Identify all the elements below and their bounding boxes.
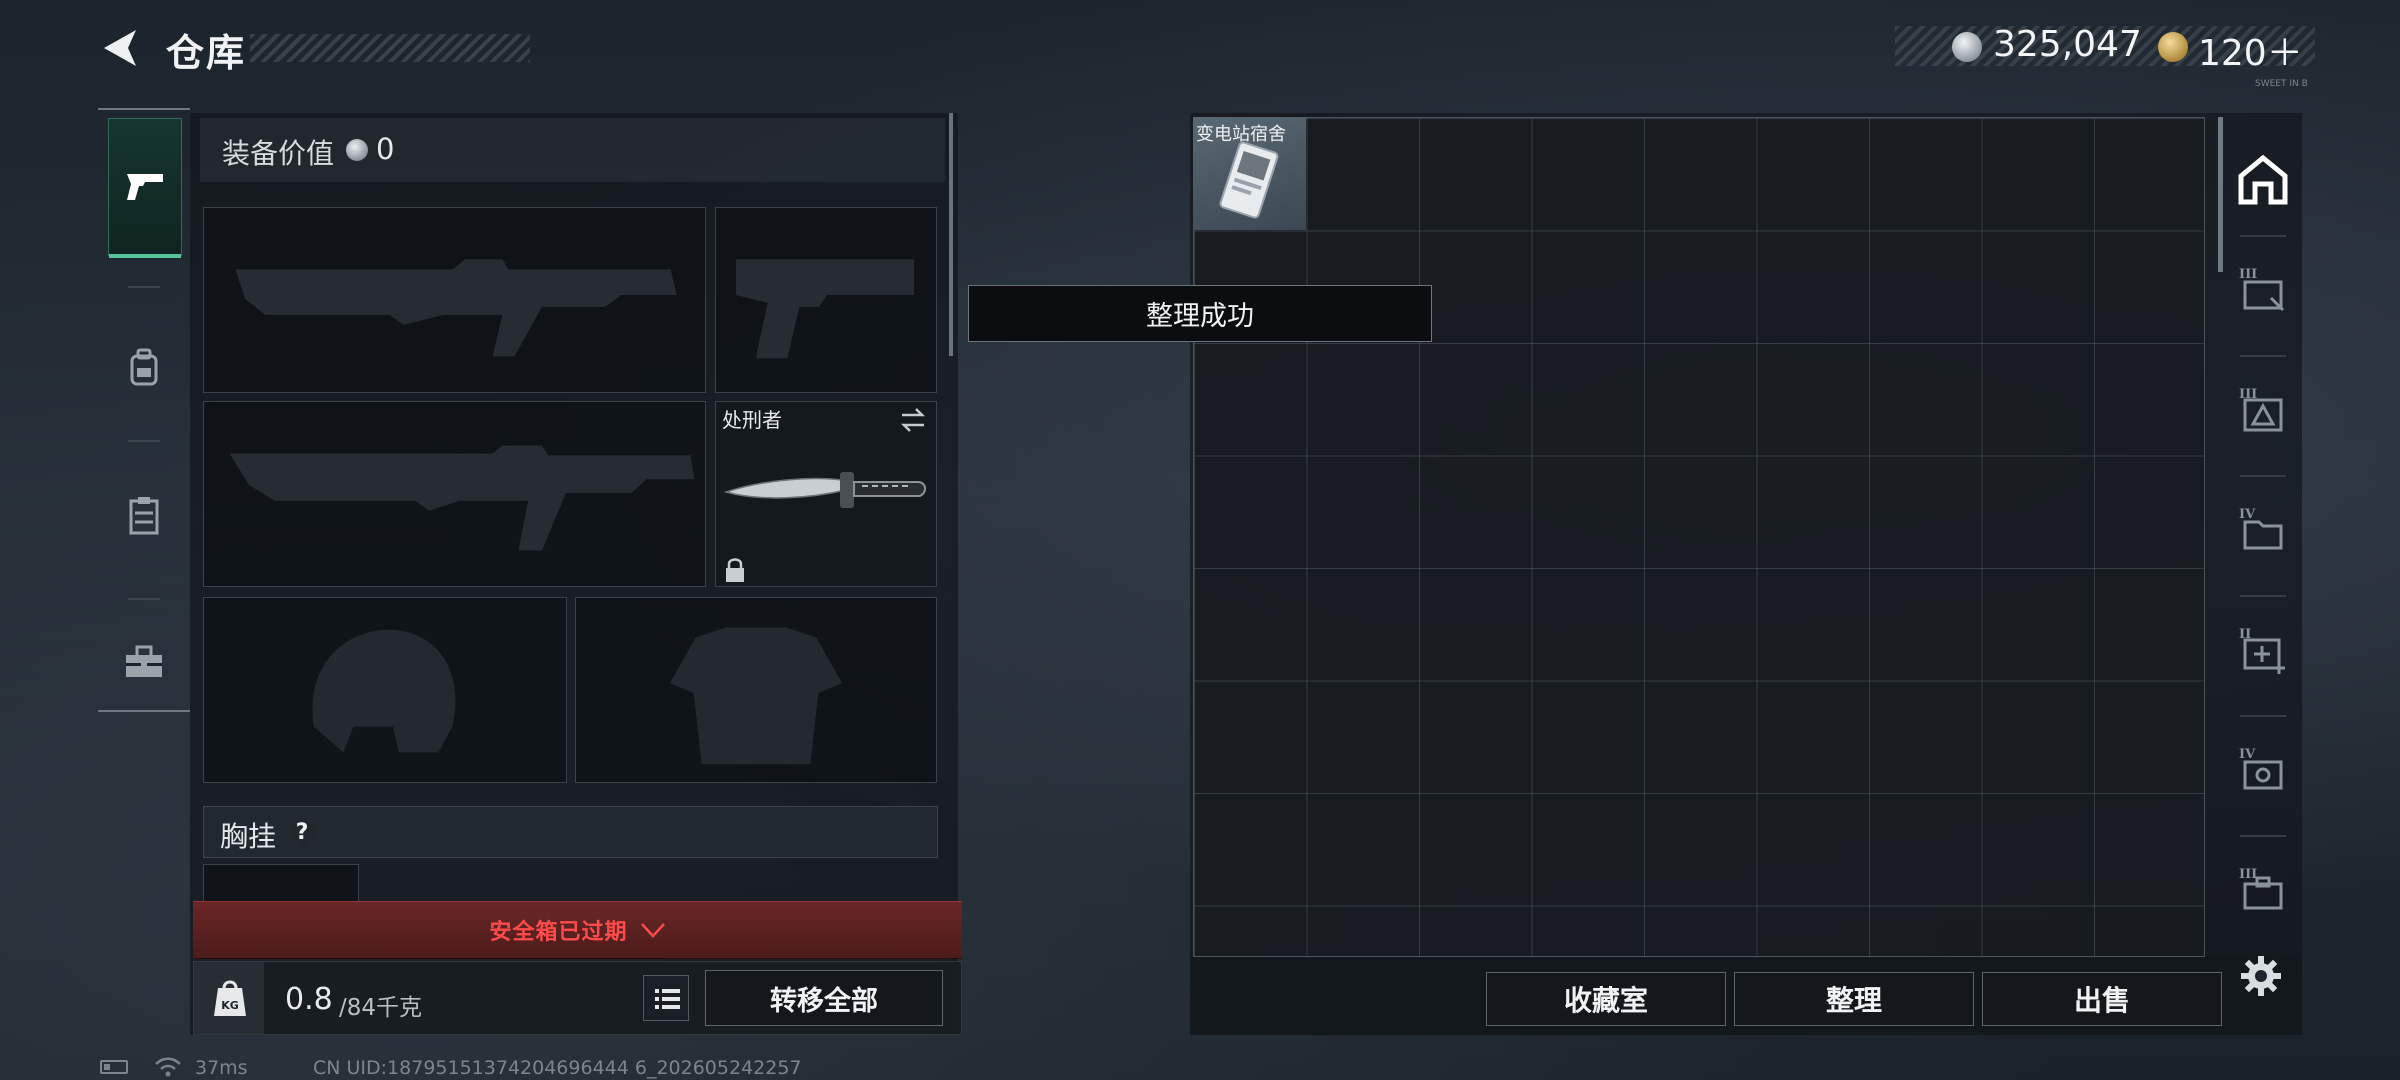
corner-label: SWEET IN B [2255,79,2308,89]
chest-rig-icon [129,497,159,535]
weight-max: /84千克 [339,995,423,1021]
weight-current: 0.8 [285,982,333,1017]
chest-rig-label: 胸挂 [220,820,277,853]
uid-text: CN UID:18795151374204696444 6_2026052422… [313,1057,802,1079]
gear-icon[interactable] [2240,955,2282,997]
helmet-silhouette-icon [312,629,456,753]
equipment-scrollbar[interactable] [949,113,953,356]
gold-coin-icon[interactable] [2158,32,2188,62]
weight-icon: KG [214,980,246,1016]
pistol-silhouette-icon [735,259,915,359]
key-card-icon [1219,141,1279,219]
storage-tab-home[interactable] [2228,140,2298,220]
page-title: 仓库 [166,31,247,75]
transfer-all-button[interactable]: 转移全部 [705,970,943,1026]
primary-weapon-slot-2[interactable] [203,401,706,587]
toast-message: 整理成功 [968,285,1432,342]
svg-text:KG: KG [221,999,239,1012]
currency-secondary-value[interactable]: 120＋ [2198,24,2303,76]
tier2-medical-icon: II [2239,627,2285,674]
storage-grid[interactable] [1193,117,2205,957]
currency-primary-value: 325,047 [1993,24,2142,65]
tier3-storage-icon: III [2239,267,2285,312]
chest-rig-slot[interactable] [203,864,359,904]
sell-button[interactable]: 出售 [1982,972,2222,1026]
storage-scrollbar[interactable] [2218,117,2223,272]
knife-icon [723,472,926,508]
svg-text:III: III [2239,867,2257,882]
tab-backpack[interactable] [108,300,180,436]
storage-tab-5[interactable]: IV [2228,730,2298,810]
storage-tab-2[interactable]: III [2228,370,2298,450]
back-arrow-icon[interactable] [98,26,142,70]
list-icon [655,989,680,1009]
safe-box-expired-bar[interactable]: 安全箱已过期 [193,901,962,959]
tier3-box-icon: III [2239,387,2283,432]
pistol-icon [127,174,163,200]
title-decoration [250,34,530,62]
help-icon[interactable]: ? [285,819,319,845]
storage-tab-4[interactable]: II [2228,610,2298,690]
equipment-category-tabs [98,108,190,712]
sort-button[interactable]: 整理 [1734,972,1974,1026]
battery-icon [100,1060,128,1074]
equipment-value-label: 装备价值 [222,137,335,170]
tier4-folder-icon: IV [2239,507,2283,550]
safe-box-expired-text: 安全箱已过期 [489,920,628,945]
rifle-silhouette-icon [229,445,695,551]
list-view-button[interactable] [643,975,689,1021]
swap-icon[interactable] [898,406,928,434]
svg-text:IV: IV [2239,747,2256,762]
pistol-slot[interactable] [715,207,937,393]
primary-weapon-slot-1[interactable] [203,207,706,393]
tier3-case-icon: III [2239,867,2283,910]
backpack-icon [130,348,158,386]
helmet-slot[interactable] [203,597,567,783]
armor-silhouette-icon [669,627,843,765]
lock-icon [726,558,744,582]
svg-text:IV: IV [2239,507,2256,522]
body-armor-slot[interactable] [575,597,937,783]
rifle-silhouette-icon [235,259,677,357]
tab-weapons[interactable] [108,118,182,258]
storage-tab-6[interactable]: III [2228,850,2298,930]
equipment-value-amount: 0 [376,132,395,166]
storage-tab-1[interactable]: III [2228,250,2298,330]
home-storage-icon [2238,154,2288,205]
storage-item-name: 变电站宿舍 [1196,124,1286,145]
tab-chest-rig[interactable] [108,448,180,584]
svg-text:III: III [2239,267,2257,282]
wifi-icon [155,1057,181,1077]
collection-room-button[interactable]: 收藏室 [1486,972,1726,1026]
toolbox-icon [126,645,162,677]
storage-tab-3[interactable]: IV [2228,490,2298,570]
silver-coin-icon [346,139,368,161]
ping-text: 37ms [195,1057,248,1079]
melee-weapon-name: 处刑者 [722,408,782,432]
chevron-down-icon [640,923,665,938]
silver-coin-icon [1952,32,1982,62]
tier4-gear-icon: IV [2239,747,2283,790]
